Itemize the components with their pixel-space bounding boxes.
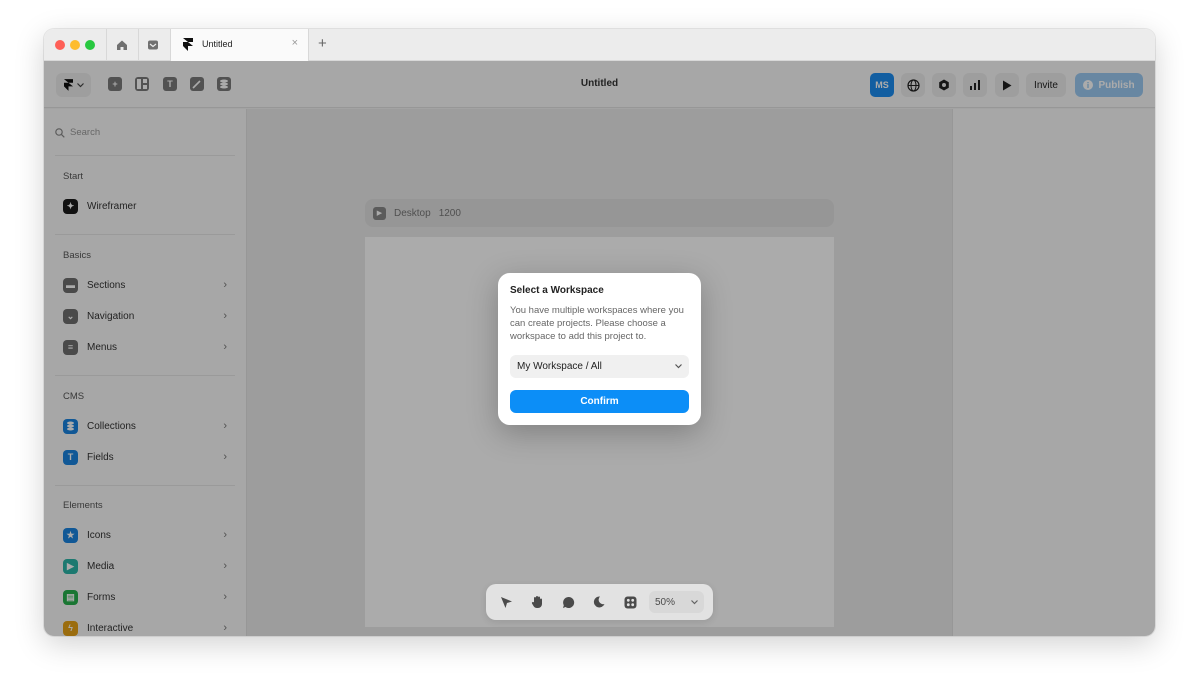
chevron-down-icon — [691, 599, 698, 604]
confirm-button[interactable]: Confirm — [510, 390, 689, 413]
zoom-select[interactable]: 50% — [649, 591, 704, 613]
tab-divider — [138, 29, 139, 61]
close-tab-button[interactable]: × — [292, 37, 298, 49]
workspace-selected-value: My Workspace / All — [517, 361, 602, 372]
tab-bar: Untitled × + — [44, 29, 1155, 61]
workspace-select[interactable]: My Workspace / All — [510, 355, 689, 378]
tab-untitled[interactable]: Untitled × — [170, 29, 309, 61]
components-icon[interactable] — [621, 593, 639, 611]
new-tab-button[interactable]: + — [318, 35, 327, 52]
hand-icon[interactable] — [528, 593, 546, 611]
bottom-toolbar: 50% — [486, 584, 713, 620]
tab-title: Untitled — [202, 39, 233, 49]
dialog-description: You have multiple workspaces where you c… — [510, 305, 684, 342]
comment-icon[interactable] — [559, 593, 577, 611]
browser-window: Untitled × + + T Untitled MS Invite Publ… — [44, 29, 1155, 636]
close-window-button[interactable] — [55, 40, 65, 50]
select-workspace-dialog: Select a Workspace You have multiple wor… — [498, 273, 701, 425]
framer-logo-icon — [183, 38, 193, 56]
moon-icon[interactable] — [590, 593, 608, 611]
dialog-title: Select a Workspace — [510, 285, 604, 296]
tab-divider — [106, 29, 107, 61]
maximize-window-button[interactable] — [85, 40, 95, 50]
zoom-level: 50% — [655, 596, 676, 608]
cursor-icon[interactable] — [497, 593, 515, 611]
inbox-icon[interactable] — [142, 35, 164, 55]
chevron-down-icon — [675, 364, 682, 369]
minimize-window-button[interactable] — [70, 40, 80, 50]
home-icon[interactable] — [111, 35, 133, 55]
